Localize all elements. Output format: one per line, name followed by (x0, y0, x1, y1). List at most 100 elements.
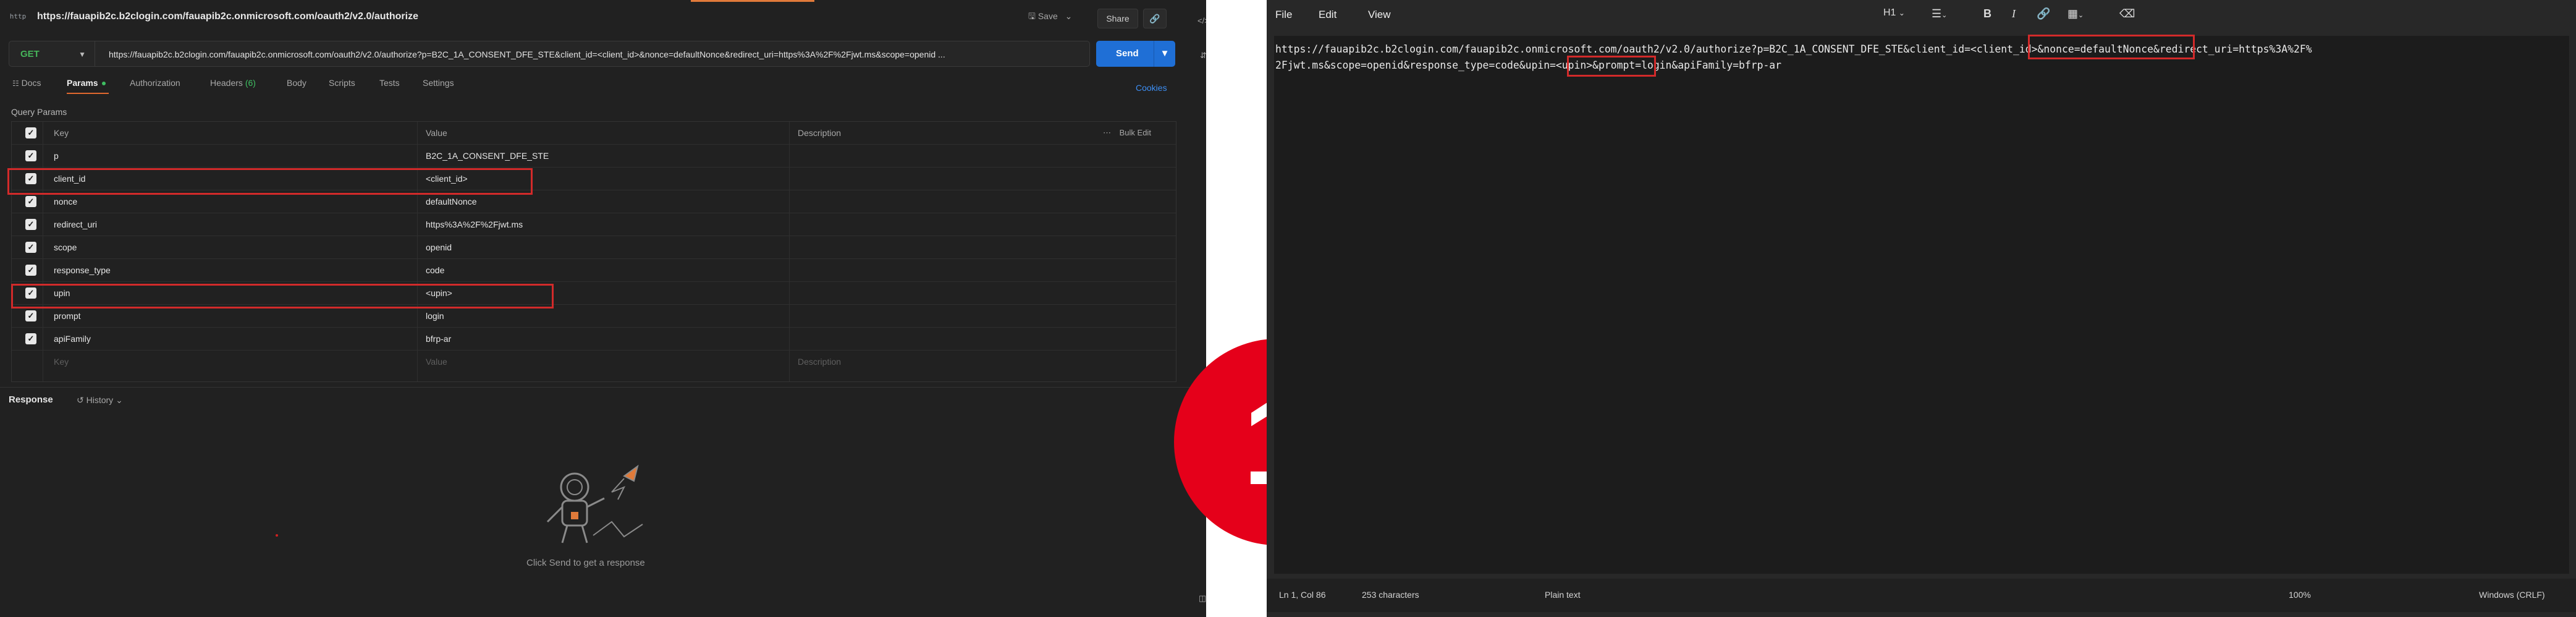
table-row[interactable]: ✓ apiFamily bfrp-ar (12, 328, 1176, 351)
response-heading: Response (9, 394, 53, 405)
table-row[interactable]: ✓ response_type code (12, 259, 1176, 282)
response-divider (0, 387, 1206, 388)
expand-icon[interactable]: ⇵ (1200, 51, 1206, 61)
param-key[interactable]: redirect_uri (54, 219, 97, 229)
column-header-description: Description (798, 128, 842, 138)
row-checkbox[interactable]: ✓ (25, 150, 36, 161)
heading-dropdown[interactable]: H1 ⌄ (1883, 7, 1905, 19)
menu-edit[interactable]: Edit (1319, 9, 1337, 21)
param-value[interactable]: https%3A%2F%2Fjwt.ms (426, 219, 523, 229)
text-format[interactable]: Plain text (1545, 590, 1581, 600)
param-key[interactable]: response_type (54, 265, 111, 275)
menu-view[interactable]: View (1368, 9, 1391, 21)
line-ending[interactable]: Windows (CRLF) (2479, 590, 2545, 600)
link-icon[interactable]: 🔗 (2037, 7, 2050, 20)
heading-label: H1 (1883, 7, 1896, 18)
tab-scripts[interactable]: Scripts (329, 78, 355, 88)
tab-settings[interactable]: Settings (423, 78, 454, 88)
column-header-key: Key (54, 128, 69, 138)
send-button[interactable]: Send ▼ (1096, 41, 1175, 67)
param-key[interactable]: apiFamily (54, 334, 91, 344)
table-header-row: ✓ Key Value Description ⋯ Bulk Edit (12, 122, 1176, 145)
param-value[interactable]: B2C_1A_CONSENT_DFE_STE (426, 151, 549, 161)
param-value[interactable]: defaultNonce (426, 197, 477, 206)
bold-icon[interactable]: B (1983, 7, 1991, 20)
save-label: Save (1037, 11, 1058, 21)
tab-docs[interactable]: ☷ Docs (12, 78, 41, 88)
select-all-checkbox[interactable]: ✓ (25, 127, 36, 138)
param-key[interactable]: nonce (54, 197, 77, 206)
url-input[interactable]: https://fauapib2c.b2clogin.com/fauapib2c… (95, 41, 1090, 67)
highlight-upin-text (1567, 56, 1656, 77)
cursor-dot (276, 534, 278, 537)
history-icon: ↺ (77, 395, 84, 405)
status-bar: Ln 1, Col 86 253 characters Plain text 1… (1267, 579, 2576, 612)
character-count: 253 characters (1362, 590, 1419, 600)
query-params-heading: Query Params (11, 107, 67, 117)
tab-params[interactable]: Params (67, 78, 106, 88)
row-checkbox[interactable]: ✓ (25, 196, 36, 207)
headers-count: (6) (245, 78, 256, 88)
table-row[interactable]: ✓ redirect_uri https%3A%2F%2Fjwt.ms (12, 213, 1176, 236)
docs-icon: ☷ (12, 79, 19, 88)
chevron-down-icon: ▼ (78, 50, 86, 59)
highlight-upin-row (11, 284, 554, 308)
cookies-link[interactable]: Cookies (1136, 83, 1167, 93)
layout-icon[interactable]: ◫ (1199, 594, 1206, 603)
param-value[interactable]: bfrp-ar (426, 334, 451, 344)
bulk-edit-button[interactable]: ⋯ Bulk Edit (1103, 128, 1151, 138)
new-key-input[interactable]: Key (54, 357, 69, 367)
tab-docs-label: Docs (21, 78, 41, 88)
history-dropdown[interactable]: ↺ History ⌄ (77, 395, 123, 406)
param-key[interactable]: scope (54, 242, 77, 252)
tab-headers[interactable]: Headers (6) (210, 78, 256, 88)
history-label: History (86, 395, 114, 405)
param-key[interactable]: prompt (54, 311, 81, 321)
more-icon: ⋯ (1103, 128, 1111, 137)
row-checkbox[interactable]: ✓ (25, 310, 36, 321)
chevron-down-icon[interactable]: ▼ (1154, 41, 1175, 67)
bulk-edit-label: Bulk Edit (1119, 128, 1151, 137)
link-icon[interactable]: 🔗 (1143, 9, 1167, 28)
clear-formatting-icon[interactable]: ⌫ (2119, 7, 2135, 20)
params-active-dot (101, 82, 106, 86)
menu-file[interactable]: File (1275, 9, 1292, 21)
empty-response-message: Click Send to get a response (526, 558, 645, 568)
api-client-window: http https://fauapib2c.b2clogin.com/faua… (0, 0, 1206, 617)
table-icon[interactable]: ▦⌄ (2067, 7, 2084, 20)
http-request-icon: http (9, 12, 27, 20)
tab-authorization[interactable]: Authorization (130, 78, 180, 88)
row-checkbox[interactable]: ✓ (25, 242, 36, 253)
method-select[interactable]: GET ▼ (9, 41, 95, 67)
send-label: Send (1116, 48, 1139, 59)
code-icon[interactable]: </> (1197, 16, 1206, 25)
new-value-input[interactable]: Value (426, 357, 447, 367)
save-button[interactable]: 🖫 Save ⌄ (1028, 10, 1072, 25)
table-row[interactable]: ✓ p B2C_1A_CONSENT_DFE_STE (12, 145, 1176, 168)
italic-icon[interactable]: I (2012, 7, 2016, 20)
share-button[interactable]: Share (1097, 9, 1138, 28)
chevron-down-icon: ⌄ (1898, 9, 1905, 17)
editor-line-2[interactable]: 2Fjwt.ms&scope=openid&response_type=code… (1275, 59, 1781, 71)
param-value[interactable]: openid (426, 242, 452, 252)
tab-tests[interactable]: Tests (379, 78, 400, 88)
tab-params-label: Params (67, 78, 98, 88)
param-value[interactable]: code (426, 265, 444, 275)
tab-headers-label: Headers (210, 78, 243, 88)
column-header-value: Value (426, 128, 447, 138)
chevron-down-icon: ⌄ (1065, 11, 1073, 21)
row-checkbox[interactable]: ✓ (25, 219, 36, 230)
new-param-row[interactable]: Key Value Description (12, 351, 1176, 373)
request-title[interactable]: https://fauapib2c.b2clogin.com/fauapib2c… (37, 11, 418, 22)
param-value[interactable]: login (426, 311, 444, 321)
tab-body[interactable]: Body (287, 78, 306, 88)
table-row[interactable]: ✓ scope openid (12, 236, 1176, 259)
new-description-input[interactable]: Description (798, 357, 841, 367)
cursor-position: Ln 1, Col 86 (1279, 590, 1326, 600)
text-editor[interactable] (1274, 36, 2569, 574)
row-checkbox[interactable]: ✓ (25, 265, 36, 276)
zoom-level[interactable]: 100% (2289, 590, 2311, 600)
row-checkbox[interactable]: ✓ (25, 333, 36, 344)
list-icon[interactable]: ☰⌄ (1932, 7, 1947, 20)
param-key[interactable]: p (54, 151, 59, 161)
